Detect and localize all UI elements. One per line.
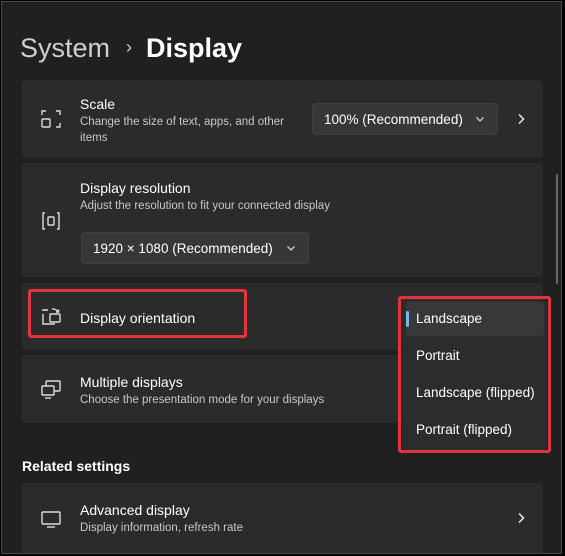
breadcrumb: System › Display xyxy=(20,28,242,68)
advanced-display-description: Display information, refresh rate xyxy=(80,522,243,534)
resolution-title: Display resolution xyxy=(80,180,191,196)
page-title: Display xyxy=(146,32,243,63)
scale-icon xyxy=(40,108,62,130)
resolution-icon xyxy=(40,210,62,232)
resolution-dropdown[interactable]: 1920 × 1080 (Recommended) xyxy=(81,232,309,264)
scale-dropdown[interactable]: 100% (Recommended) xyxy=(312,103,498,135)
chevron-right-icon[interactable] xyxy=(515,113,527,125)
scale-title: Scale xyxy=(80,96,116,112)
scale-value: 100% (Recommended) xyxy=(324,111,463,127)
multiple-displays-title: Multiple displays xyxy=(80,374,183,390)
resolution-card: Display resolution Adjust the resolution… xyxy=(22,163,543,277)
advanced-display-title: Advanced display xyxy=(80,502,190,518)
resolution-description: Adjust the resolution to fit your connec… xyxy=(80,200,330,212)
chevron-down-icon xyxy=(286,243,296,253)
multiple-displays-icon xyxy=(40,378,62,400)
monitor-icon xyxy=(40,508,62,530)
breadcrumb-separator: › xyxy=(126,36,133,57)
advanced-display-card[interactable]: Advanced display Display information, re… xyxy=(22,483,543,553)
flyout-highlight xyxy=(398,296,551,453)
scale-description: Change the size of text, apps, and other… xyxy=(80,116,284,144)
orientation-highlight xyxy=(28,289,247,338)
multiple-displays-description: Choose the presentation mode for your di… xyxy=(80,394,325,406)
scale-card[interactable]: Scale Change the size of text, apps, and… xyxy=(22,80,543,158)
related-settings-header: Related settings xyxy=(22,458,131,474)
chevron-down-icon xyxy=(475,114,485,124)
resolution-value: 1920 × 1080 (Recommended) xyxy=(93,240,273,256)
breadcrumb-system[interactable]: System xyxy=(20,33,110,64)
scrollbar[interactable] xyxy=(556,174,558,284)
settings-window: System › Display Scale Change the size o… xyxy=(1,1,562,554)
chevron-right-icon[interactable] xyxy=(515,512,527,524)
